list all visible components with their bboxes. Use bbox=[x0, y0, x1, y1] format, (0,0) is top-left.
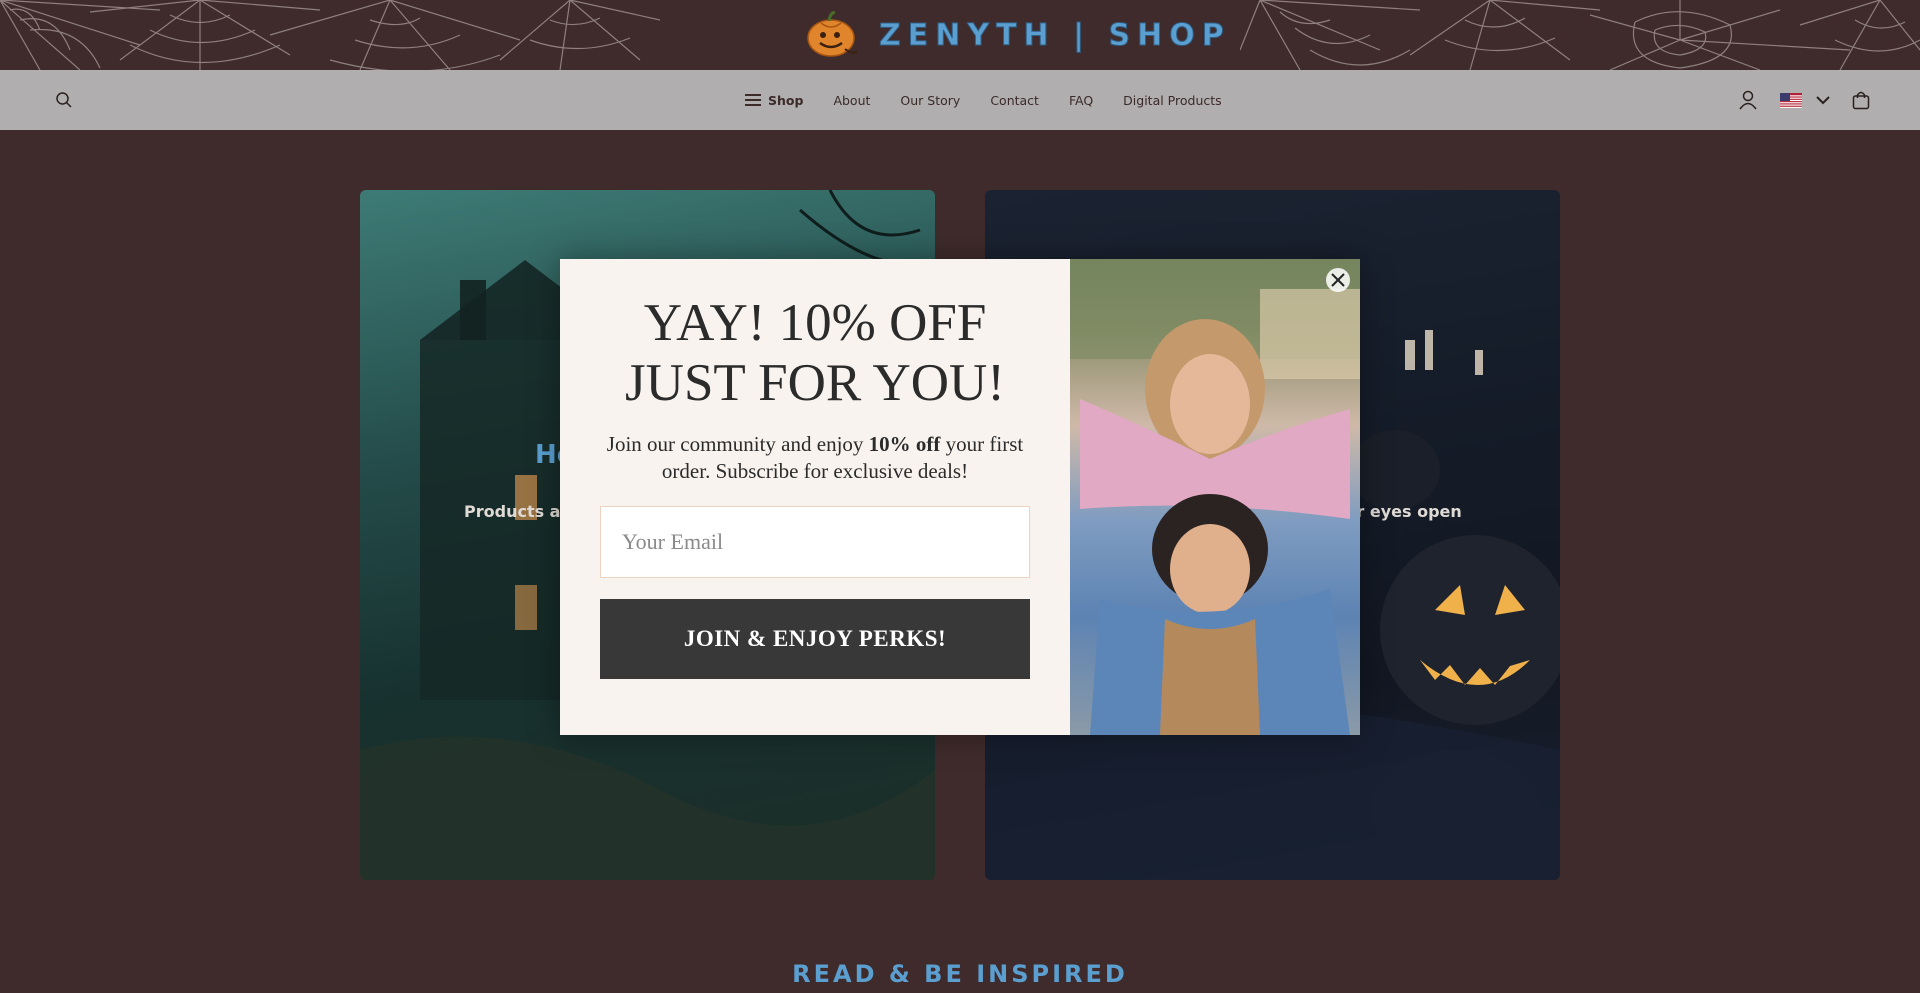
nav-item-digital-products[interactable]: Digital Products bbox=[1123, 93, 1222, 108]
nav-item-about[interactable]: About bbox=[833, 93, 870, 108]
nav-item-label: FAQ bbox=[1068, 92, 1094, 108]
popup-heading-line1: YAY! 10% OFF bbox=[643, 294, 987, 352]
email-field[interactable] bbox=[600, 506, 1030, 578]
nav-item-label: About bbox=[833, 92, 871, 108]
hamburger-icon bbox=[745, 94, 761, 106]
nav-menu: Shop About Our Story Contact FAQ Digital… bbox=[745, 70, 1222, 130]
spiderweb-decoration bbox=[0, 0, 660, 70]
popup-photo bbox=[1070, 259, 1360, 735]
country-selector[interactable] bbox=[1780, 92, 1830, 108]
nav-item-label: Contact bbox=[990, 92, 1039, 108]
card-subtitle: ur eyes open bbox=[1345, 502, 1462, 521]
nav-item-faq[interactable]: FAQ bbox=[1069, 93, 1093, 108]
close-icon bbox=[1326, 268, 1350, 292]
popup-text-before: Join our community and enjoy bbox=[606, 432, 869, 456]
search-icon[interactable] bbox=[55, 91, 73, 109]
popup-heading: YAY! 10% OFF JUST FOR YOU! bbox=[560, 293, 1070, 413]
nav-item-our-story[interactable]: Our Story bbox=[900, 93, 960, 108]
nav-utilities bbox=[1738, 70, 1870, 130]
close-button[interactable] bbox=[1325, 267, 1351, 293]
nav-item-shop[interactable]: Shop bbox=[745, 93, 803, 108]
pumpkin-icon bbox=[807, 11, 857, 57]
popup-heading-line2: JUST FOR YOU! bbox=[625, 354, 1005, 412]
brand-logo[interactable]: ZENYTH | SHOP bbox=[805, 10, 1231, 60]
join-button[interactable]: JOIN & ENJOY PERKS! bbox=[600, 599, 1030, 679]
popup-description: Join our community and enjoy 10% off you… bbox=[600, 431, 1030, 485]
main-navigation: Shop About Our Story Contact FAQ Digital… bbox=[0, 70, 1920, 130]
spiderweb-decoration bbox=[1240, 0, 1920, 70]
header-banner: ZENYTH | SHOP bbox=[0, 0, 1920, 70]
bag-icon[interactable] bbox=[1852, 90, 1870, 110]
account-icon[interactable] bbox=[1738, 90, 1758, 110]
nav-item-label: Our Story bbox=[900, 92, 961, 108]
chevron-down-icon bbox=[1816, 95, 1830, 104]
nav-item-label: Shop bbox=[768, 92, 804, 108]
couple-photo bbox=[1070, 259, 1360, 735]
section-heading: READ & BE INSPIRED bbox=[792, 960, 1128, 988]
nav-item-contact[interactable]: Contact bbox=[990, 93, 1039, 108]
brand-name: ZENYTH | SHOP bbox=[879, 17, 1231, 53]
nav-item-label: Digital Products bbox=[1123, 92, 1222, 108]
discount-popup: YAY! 10% OFF JUST FOR YOU! Join our comm… bbox=[560, 259, 1360, 735]
popup-content: YAY! 10% OFF JUST FOR YOU! Join our comm… bbox=[560, 259, 1070, 735]
popup-text-bold: 10% off bbox=[868, 432, 941, 456]
us-flag-icon bbox=[1780, 92, 1802, 108]
